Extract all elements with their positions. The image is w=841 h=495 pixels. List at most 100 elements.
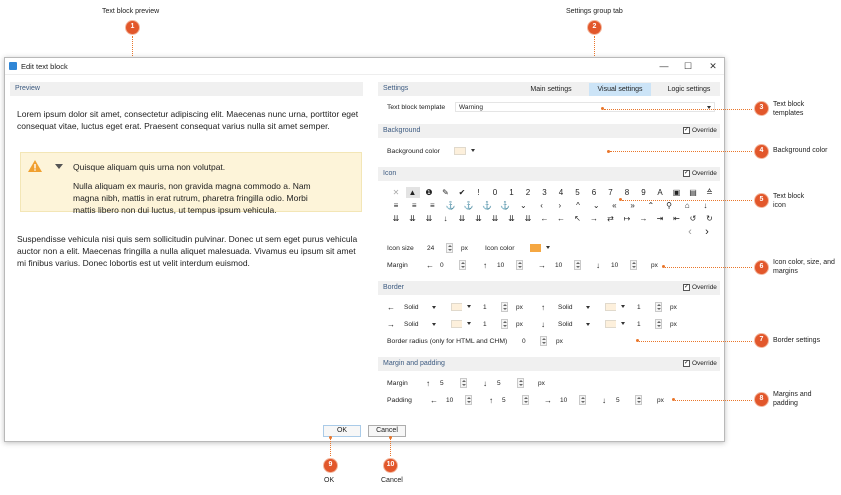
border-right-style-dropdown[interactable]: Solid xyxy=(400,319,440,329)
padding-bottom-stepper[interactable] xyxy=(635,395,642,405)
padding-bottom-input[interactable]: 5 xyxy=(613,395,633,405)
icon-option[interactable]: ❶ xyxy=(422,187,436,198)
icon-option[interactable]: 8 xyxy=(620,187,634,198)
icon-option[interactable]: ≙ xyxy=(703,187,717,198)
icon-option[interactable]: ⌂ xyxy=(680,200,694,211)
icon-option[interactable]: ⇊ xyxy=(406,213,420,224)
icon-option[interactable]: 6 xyxy=(587,187,601,198)
ok-button[interactable]: OK xyxy=(323,425,361,437)
icon-option[interactable]: ▣ xyxy=(670,187,684,198)
border-override-checkbox[interactable]: ✓ xyxy=(683,284,690,291)
icon-option[interactable]: ▲ xyxy=(405,187,420,198)
icon-option[interactable]: 5 xyxy=(571,187,585,198)
padding-top-input[interactable]: 5 xyxy=(499,395,519,405)
border-bottom-color-dropdown[interactable] xyxy=(616,319,628,329)
icon-option[interactable]: ↦ xyxy=(620,213,634,224)
icon-option[interactable]: ✔ xyxy=(455,187,469,198)
icon-option[interactable]: ⌄ xyxy=(516,200,530,211)
margin-padding-override-checkbox[interactable]: ✓ xyxy=(683,360,690,367)
block-margin-top-stepper[interactable] xyxy=(460,378,467,388)
icon-option[interactable]: ≡ xyxy=(407,200,421,211)
border-bottom-width-input[interactable]: 1 xyxy=(634,319,652,329)
icon-option[interactable]: ← xyxy=(538,213,552,224)
icon-option[interactable]: ▤ xyxy=(686,187,700,198)
icon-margin-top-input[interactable]: 10 xyxy=(494,260,514,270)
icon-option[interactable]: ⇊ xyxy=(422,213,436,224)
background-override-checkbox[interactable]: ✓ xyxy=(683,127,690,134)
background-color-swatch[interactable] xyxy=(454,147,466,155)
icon-option[interactable]: ↓ xyxy=(698,200,712,211)
icon-size-stepper[interactable] xyxy=(446,243,453,253)
icon-option[interactable]: ⚓ xyxy=(462,200,476,211)
border-top-color-dropdown[interactable] xyxy=(616,302,628,312)
icon-option[interactable]: ✎ xyxy=(439,187,453,198)
close-icon[interactable]: ✕ xyxy=(706,60,720,72)
icon-option[interactable]: 2 xyxy=(521,187,535,198)
icon-option[interactable]: ⇤ xyxy=(670,213,684,224)
block-margin-top-input[interactable]: 5 xyxy=(437,378,457,388)
block-margin-bottom-input[interactable]: 5 xyxy=(494,378,514,388)
icon-option[interactable]: ⚲ xyxy=(662,200,676,211)
icon-option[interactable]: ≡ xyxy=(425,200,439,211)
icon-option[interactable]: 0 xyxy=(488,187,502,198)
icons-next-page-icon[interactable]: › xyxy=(700,227,714,238)
icon-margin-bottom-input[interactable]: 10 xyxy=(608,260,628,270)
icon-option[interactable]: ↺ xyxy=(686,213,700,224)
background-color-dropdown[interactable] xyxy=(466,146,478,156)
minimize-icon[interactable]: — xyxy=(657,60,671,72)
icon-option[interactable]: ⇊ xyxy=(389,213,403,224)
icon-option[interactable]: ⇊ xyxy=(505,213,519,224)
icon-option[interactable]: » xyxy=(626,200,640,211)
padding-top-stepper[interactable] xyxy=(522,395,529,405)
icon-option[interactable]: → xyxy=(587,213,601,224)
icons-prev-page-icon[interactable]: ‹ xyxy=(683,227,697,238)
icon-option[interactable]: ⇊ xyxy=(472,213,486,224)
cancel-button[interactable]: Cancel xyxy=(368,425,406,437)
icon-color-dropdown[interactable] xyxy=(541,243,553,253)
icon-option[interactable]: › xyxy=(553,200,567,211)
icon-margin-right-input[interactable]: 10 xyxy=(552,260,572,270)
icon-option[interactable]: ↖ xyxy=(571,213,585,224)
border-left-style-dropdown[interactable]: Solid xyxy=(400,302,440,312)
icon-option[interactable]: ⇥ xyxy=(653,213,667,224)
icon-margin-left-input[interactable]: 0 xyxy=(437,260,457,270)
border-right-color-dropdown[interactable] xyxy=(462,319,474,329)
icon-option[interactable]: 7 xyxy=(604,187,618,198)
icon-margin-top-stepper[interactable] xyxy=(516,260,523,270)
icon-option[interactable]: ! xyxy=(472,187,486,198)
icon-option[interactable]: ⌄ xyxy=(589,200,603,211)
maximize-icon[interactable]: ☐ xyxy=(681,60,695,72)
border-radius-stepper[interactable] xyxy=(540,336,547,346)
block-margin-bottom-stepper[interactable] xyxy=(517,378,524,388)
icon-option[interactable]: ↓ xyxy=(439,213,453,224)
padding-left-stepper[interactable] xyxy=(465,395,472,405)
icon-option[interactable]: ⇊ xyxy=(488,213,502,224)
tab-visual-settings[interactable]: Visual settings xyxy=(589,83,651,96)
icon-option[interactable]: 4 xyxy=(554,187,568,198)
border-left-width-input[interactable]: 1 xyxy=(480,302,498,312)
padding-right-stepper[interactable] xyxy=(579,395,586,405)
border-right-width-stepper[interactable] xyxy=(501,319,508,329)
padding-left-input[interactable]: 10 xyxy=(443,395,463,405)
icon-margin-right-stepper[interactable] xyxy=(574,260,581,270)
border-right-width-input[interactable]: 1 xyxy=(480,319,498,329)
icon-option[interactable]: ≡ xyxy=(389,200,403,211)
icon-option[interactable]: ⌃ xyxy=(644,200,658,211)
icon-size-input[interactable]: 24 xyxy=(424,243,444,253)
icon-option[interactable]: A xyxy=(653,187,667,198)
border-bottom-width-stepper[interactable] xyxy=(655,319,662,329)
icon-option[interactable]: ^ xyxy=(571,200,585,211)
collapse-chevron-icon[interactable] xyxy=(55,164,63,169)
border-left-color-dropdown[interactable] xyxy=(462,302,474,312)
icon-option[interactable]: 1 xyxy=(505,187,519,198)
icon-option[interactable]: ✕ xyxy=(389,187,403,198)
border-top-width-stepper[interactable] xyxy=(655,302,662,312)
icon-option[interactable]: → xyxy=(637,213,651,224)
icon-override-checkbox[interactable]: ✓ xyxy=(683,170,690,177)
icon-option[interactable]: ← xyxy=(554,213,568,224)
template-dropdown[interactable]: Warning xyxy=(455,102,715,112)
icon-option[interactable]: « xyxy=(607,200,621,211)
icon-option[interactable]: ⇊ xyxy=(521,213,535,224)
icon-margin-bottom-stepper[interactable] xyxy=(630,260,637,270)
icon-option[interactable]: ⚓ xyxy=(444,200,458,211)
